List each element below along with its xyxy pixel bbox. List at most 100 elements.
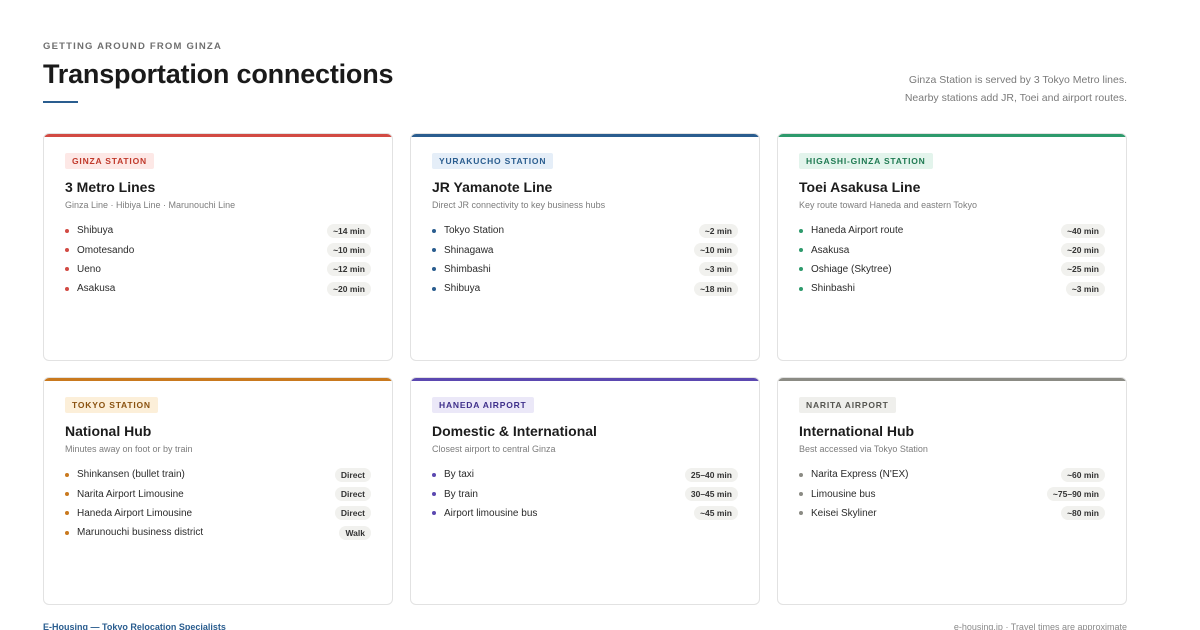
route-item: Shinbashi ~3 min xyxy=(799,279,1105,298)
route-destination: Haneda Airport route xyxy=(811,225,904,237)
travel-time-pill: Direct xyxy=(334,506,371,521)
bullet-dot-icon xyxy=(432,286,436,291)
route-destination: Keisei Skyliner xyxy=(811,507,877,519)
route-item: Airport limousine bus ~45 min xyxy=(432,504,738,523)
route-destination: Marunouchi business district xyxy=(77,527,204,539)
route-destination: Tokyo Station xyxy=(444,225,505,237)
route-destination: Ueno xyxy=(77,263,101,275)
route-item: Ueno ~12 min xyxy=(65,260,371,279)
card-accent-bar xyxy=(411,378,759,381)
station-card-grid: GINZA STATION 3 Metro Lines Ginza Line · H… xyxy=(43,133,1127,605)
route-destination: Haneda Airport Limousine xyxy=(77,507,193,519)
bullet-dot-icon xyxy=(65,228,69,233)
route-destination: Shimbashi xyxy=(444,263,491,275)
travel-time-pill: 30–45 min xyxy=(684,487,738,502)
station-card: HANEDA AIRPORT Domestic & International Cl… xyxy=(410,377,760,605)
station-badge: NARITA AIRPORT xyxy=(799,397,896,413)
card-accent-bar xyxy=(778,378,1126,381)
travel-time-pill: ~75–90 min xyxy=(1046,487,1105,502)
route-destination: Asakusa xyxy=(811,244,850,256)
card-title: International Hub xyxy=(799,423,915,439)
eyebrow-label: GETTING AROUND FROM GINZA xyxy=(43,41,222,52)
route-item: Narita Airport Limousine Direct xyxy=(65,484,371,503)
route-item: By train 30–45 min xyxy=(432,484,738,503)
route-destination: Shinbashi xyxy=(811,283,855,295)
station-card: YURAKUCHO STATION JR Yamanote Line Direct … xyxy=(410,133,760,361)
route-destination: By taxi xyxy=(444,469,475,481)
route-destination: Narita Express (N'EX) xyxy=(811,469,909,481)
route-list: Haneda Airport route ~40 min Asakusa ~20 mi… xyxy=(799,221,1105,299)
card-accent-bar xyxy=(411,134,759,137)
travel-time-pill: ~45 min xyxy=(694,506,738,521)
route-item: Marunouchi business district Walk xyxy=(65,523,371,542)
route-destination: Shinagawa xyxy=(444,244,494,256)
route-destination: Asakusa xyxy=(77,283,116,295)
card-title: JR Yamanote Line xyxy=(432,179,553,195)
card-accent-bar xyxy=(44,378,392,381)
station-card: HIGASHI-GINZA STATION Toei Asakusa Line Ke… xyxy=(777,133,1127,361)
route-item: Tokyo Station ~2 min xyxy=(432,221,738,240)
route-item: Asakusa ~20 min xyxy=(799,240,1105,259)
route-list: Narita Express (N'EX) ~60 min Limousine bu… xyxy=(799,465,1105,523)
card-subtitle: Best accessed via Tokyo Station xyxy=(799,444,928,454)
card-subtitle: Minutes away on foot or by train xyxy=(65,444,193,454)
station-badge: YURAKUCHO STATION xyxy=(432,153,554,169)
route-item: Haneda Airport route ~40 min xyxy=(799,221,1105,240)
bullet-dot-icon xyxy=(799,472,803,477)
route-destination: Limousine bus xyxy=(811,488,876,500)
route-destination: Airport limousine bus xyxy=(444,507,538,519)
card-accent-bar xyxy=(44,134,392,137)
travel-time-pill: ~3 min xyxy=(1065,281,1105,296)
route-item: Narita Express (N'EX) ~60 min xyxy=(799,465,1105,484)
card-accent-bar xyxy=(778,134,1126,137)
travel-time-pill: ~18 min xyxy=(694,281,738,296)
route-item: Haneda Airport Limousine Direct xyxy=(65,504,371,523)
route-item: Omotesando ~10 min xyxy=(65,240,371,259)
bullet-dot-icon xyxy=(432,228,436,233)
title-underline xyxy=(43,101,78,103)
travel-time-pill: ~20 min xyxy=(1061,243,1105,258)
travel-time-pill: ~14 min xyxy=(327,223,371,238)
route-item: Asakusa ~20 min xyxy=(65,279,371,298)
travel-time-pill: ~25 min xyxy=(1061,262,1105,277)
travel-time-pill: ~20 min xyxy=(327,281,371,296)
station-card: GINZA STATION 3 Metro Lines Ginza Line · H… xyxy=(43,133,393,361)
travel-time-pill: ~60 min xyxy=(1061,467,1105,482)
station-badge: GINZA STATION xyxy=(65,153,154,169)
bullet-dot-icon xyxy=(432,472,436,477)
route-list: Shibuya ~14 min Omotesando ~10 min Ueno ~12 m… xyxy=(65,221,371,299)
bullet-dot-icon xyxy=(799,286,803,291)
station-card: NARITA AIRPORT International Hub Best acce… xyxy=(777,377,1127,605)
travel-time-pill: ~10 min xyxy=(694,243,738,258)
bullet-dot-icon xyxy=(432,492,436,497)
travel-time-pill: Direct xyxy=(334,467,371,482)
route-item: Limousine bus ~75–90 min xyxy=(799,484,1105,503)
intro-line: Nearby stations add JR, Toei and airport… xyxy=(904,92,1127,104)
route-destination: Shibuya xyxy=(444,283,481,295)
route-destination: Omotesando xyxy=(77,244,135,256)
page-header: GETTING AROUND FROM GINZA Transportation… xyxy=(43,41,1127,104)
travel-time-pill: ~80 min xyxy=(1061,506,1105,521)
card-title: National Hub xyxy=(65,423,152,439)
travel-time-pill: Walk xyxy=(339,525,371,540)
route-destination: Oshiage (Skytree) xyxy=(811,263,892,275)
route-list: By taxi 25–40 min By train 30–45 min Airport… xyxy=(432,465,738,523)
footer-brand-link[interactable]: E-Housing — Tokyo Relocation Specialists xyxy=(43,622,226,630)
bullet-dot-icon xyxy=(65,530,69,535)
station-badge: HANEDA AIRPORT xyxy=(432,397,534,413)
travel-time-pill: ~3 min xyxy=(698,262,738,277)
route-item: Shibuya ~14 min xyxy=(65,221,371,240)
route-item: Shinagawa ~10 min xyxy=(432,240,738,259)
route-list: Tokyo Station ~2 min Shinagawa ~10 min Shimb… xyxy=(432,221,738,299)
route-item: Oshiage (Skytree) ~25 min xyxy=(799,260,1105,279)
route-destination: By train xyxy=(444,488,478,500)
bullet-dot-icon xyxy=(65,472,69,477)
station-badge: TOKYO STATION xyxy=(65,397,158,413)
station-badge: HIGASHI-GINZA STATION xyxy=(799,153,933,169)
bullet-dot-icon xyxy=(65,492,69,497)
card-subtitle: Key route toward Haneda and eastern Toky… xyxy=(799,200,977,210)
card-title: 3 Metro Lines xyxy=(65,179,156,195)
bullet-dot-icon xyxy=(432,248,436,253)
travel-time-pill: ~40 min xyxy=(1061,223,1105,238)
card-subtitle: Ginza Line · Hibiya Line · Marunouchi Li… xyxy=(65,200,236,210)
